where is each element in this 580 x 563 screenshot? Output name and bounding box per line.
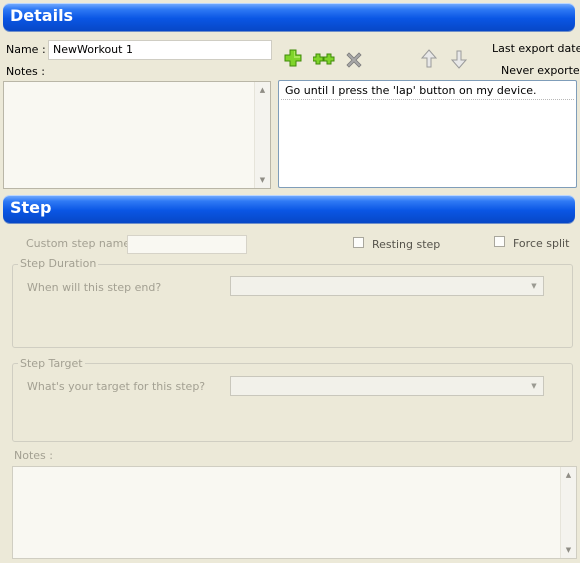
step-target-title: Step Target bbox=[18, 357, 85, 370]
step-header: Step bbox=[3, 195, 575, 223]
force-split-checkbox[interactable] bbox=[494, 236, 505, 247]
scroll-up-icon[interactable]: ▲ bbox=[255, 83, 270, 97]
delete-icon[interactable] bbox=[345, 51, 365, 71]
step-target-group bbox=[12, 363, 573, 442]
scroll-down-icon[interactable]: ▼ bbox=[561, 543, 576, 557]
custom-step-name-field[interactable] bbox=[127, 235, 247, 254]
chevron-down-icon: ▼ bbox=[531, 282, 537, 290]
arrow-up-icon[interactable] bbox=[420, 49, 440, 69]
last-export-value: Never exported bbox=[501, 64, 580, 77]
notes-scrollbar[interactable]: ▲ ▼ bbox=[254, 82, 270, 188]
add-repeat-icon[interactable] bbox=[312, 52, 335, 72]
name-field[interactable]: NewWorkout 1 bbox=[48, 40, 272, 60]
chevron-down-icon: ▼ bbox=[531, 382, 537, 390]
step-duration-title: Step Duration bbox=[18, 257, 99, 270]
step-target-question: What's your target for this step? bbox=[27, 380, 206, 393]
step-target-dropdown[interactable]: ▼ bbox=[230, 376, 544, 396]
workout-notes-textarea[interactable]: ▲ ▼ bbox=[3, 81, 271, 189]
step-header-label: Step bbox=[10, 198, 52, 217]
steps-list[interactable]: Go until I press the 'lap' button on my … bbox=[278, 80, 577, 188]
last-export-label: Last export date : bbox=[492, 42, 580, 55]
step-duration-dropdown[interactable]: ▼ bbox=[230, 276, 544, 296]
step-list-item[interactable]: Go until I press the 'lap' button on my … bbox=[281, 83, 574, 100]
details-header: Details bbox=[3, 3, 575, 31]
resting-step-checkbox[interactable] bbox=[353, 237, 364, 248]
scroll-down-icon[interactable]: ▼ bbox=[255, 173, 270, 187]
step-notes-label: Notes : bbox=[14, 449, 53, 462]
add-icon[interactable] bbox=[284, 49, 304, 69]
scroll-up-icon[interactable]: ▲ bbox=[561, 468, 576, 482]
notes-label: Notes : bbox=[6, 65, 45, 78]
step-notes-scrollbar[interactable]: ▲ ▼ bbox=[560, 467, 576, 558]
step-duration-question: When will this step end? bbox=[27, 281, 162, 294]
resting-step-label: Resting step bbox=[372, 238, 441, 251]
details-header-label: Details bbox=[10, 6, 74, 25]
custom-step-name-label: Custom step name: bbox=[26, 237, 134, 250]
arrow-down-icon[interactable] bbox=[450, 49, 470, 69]
name-label: Name : bbox=[6, 43, 46, 56]
step-notes-textarea[interactable]: ▲ ▼ bbox=[12, 466, 577, 559]
force-split-label: Force split bbox=[513, 237, 570, 250]
